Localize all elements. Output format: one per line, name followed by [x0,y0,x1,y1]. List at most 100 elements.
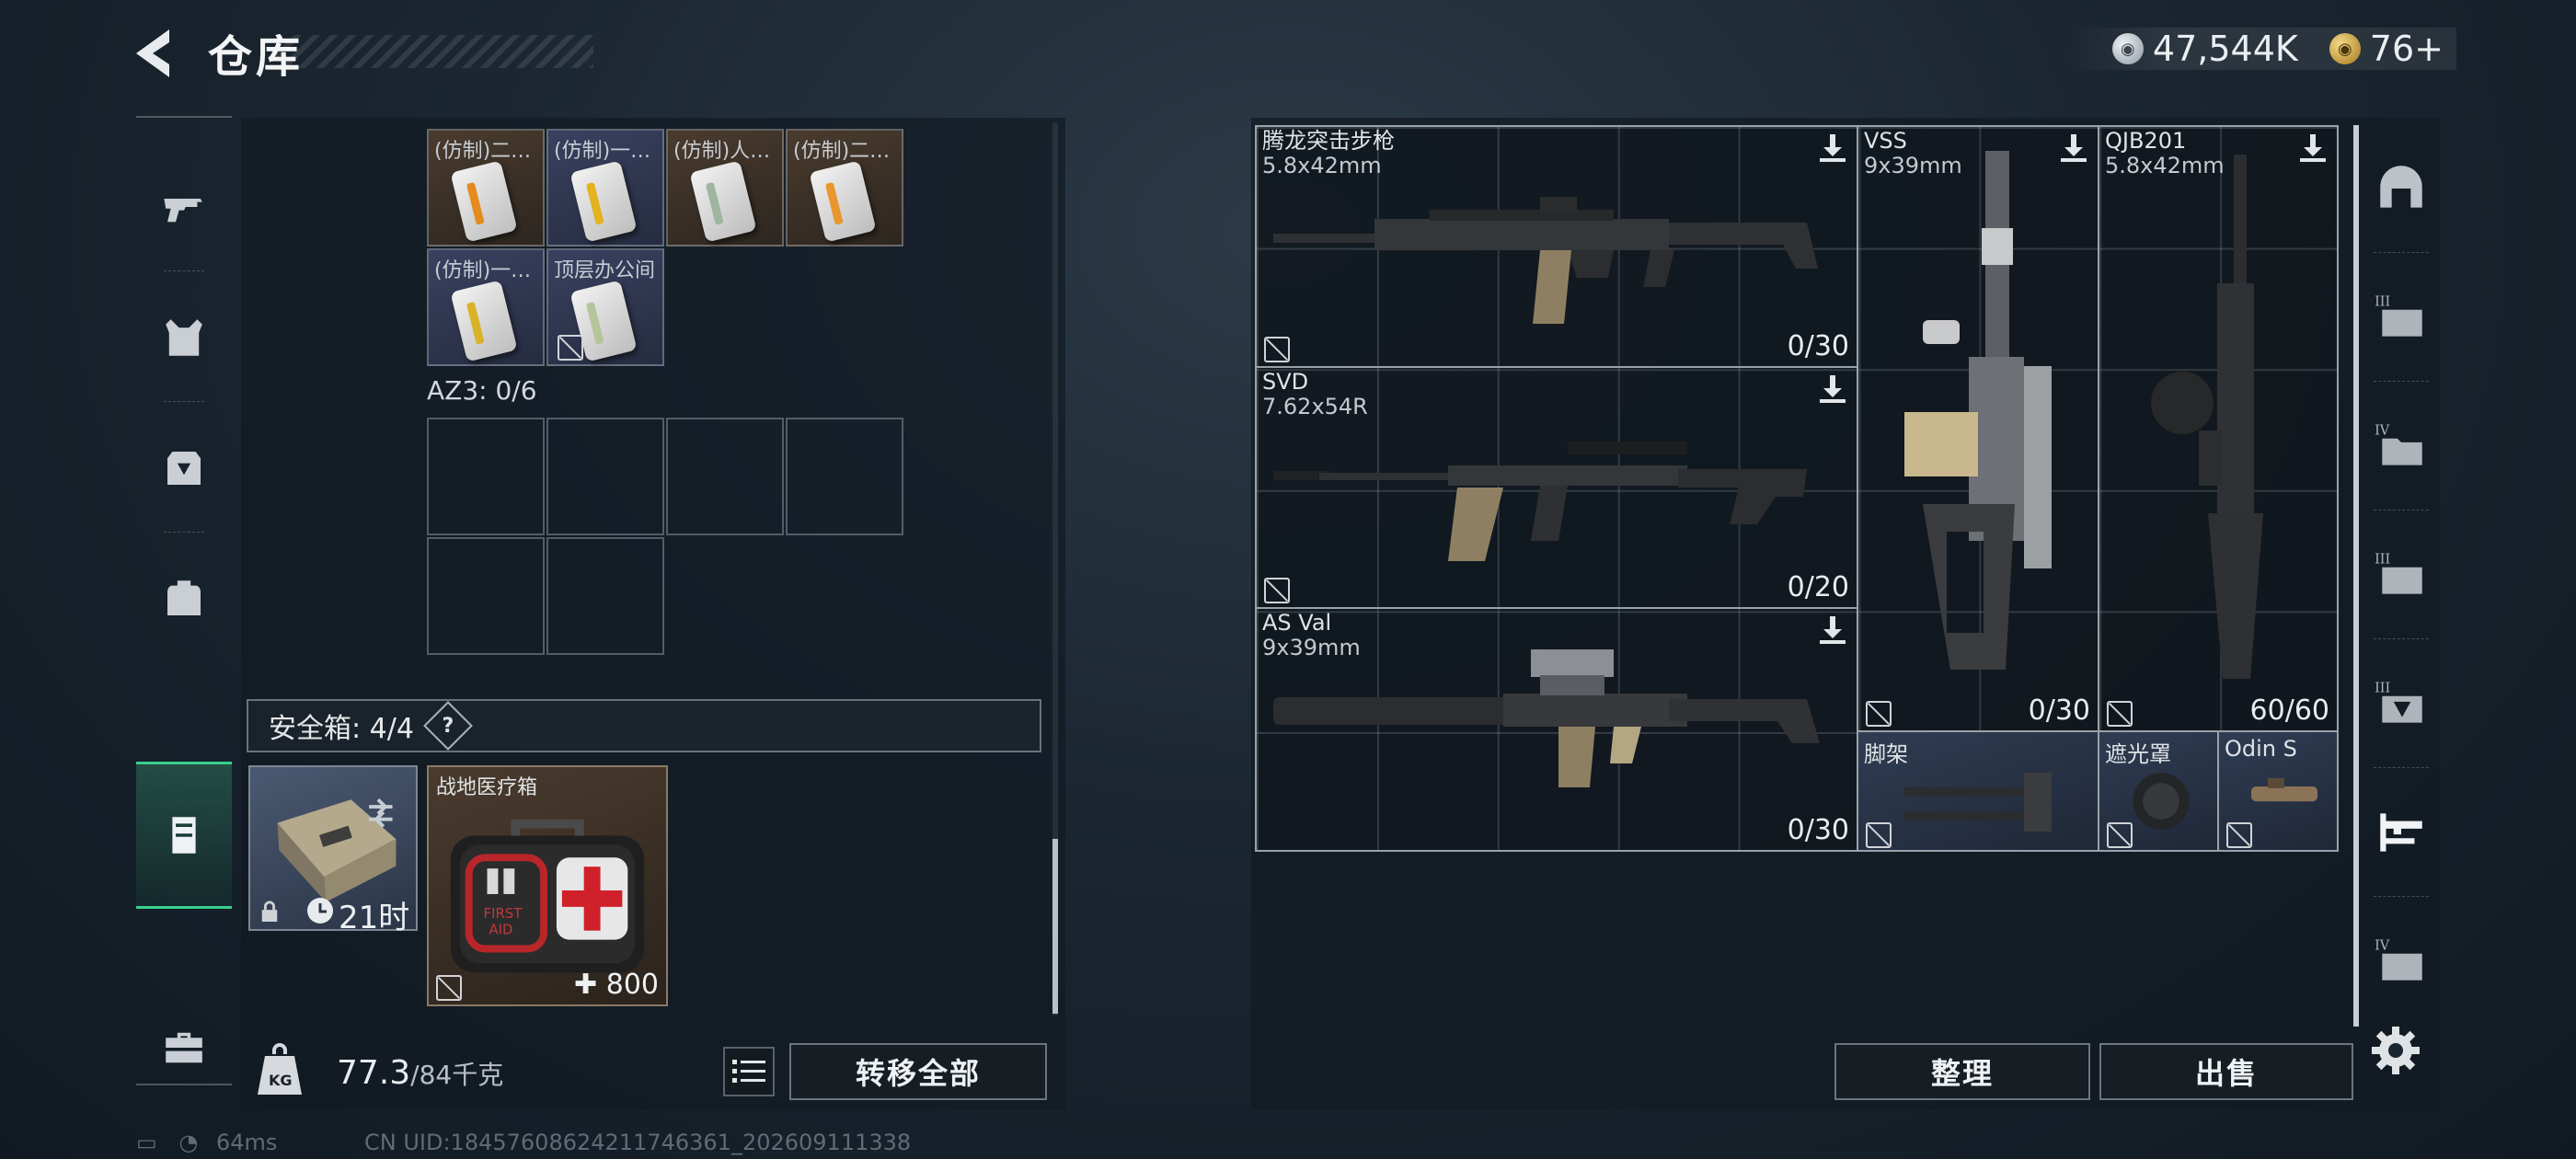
keycard-icon [809,160,877,243]
nav-weapon-rack[interactable] [2359,769,2444,896]
clock-icon [307,898,333,924]
sort-button[interactable]: 整理 [1834,1043,2090,1100]
back-arrow-icon [136,29,169,77]
safe-case-timer: 21时 [339,900,410,936]
svg-text:AID: AID [489,922,512,938]
download-icon[interactable] [1818,373,1847,405]
gold-amount: 76+ [2369,29,2444,69]
wifi-icon: ◔ [178,1130,199,1155]
status-bar: ▭ ◔ 64ms [136,1130,277,1155]
list-view-button[interactable] [723,1047,775,1096]
svg-text:III: III [2375,295,2390,310]
odin-s-image [2251,778,2317,802]
keycard-icon [569,160,638,243]
scrollbar-thumb[interactable] [1052,839,1058,1014]
nav-safebox[interactable] [136,762,232,909]
weapon-slot-svd[interactable]: SVD 7.62x54R 0/20 [1255,366,1858,609]
keycard-item[interactable]: (仿制)二… [786,129,903,247]
no-loot-icon [1866,701,1892,727]
toolbox-icon [166,1032,202,1063]
keycard-item[interactable]: (仿制)人… [666,129,784,247]
user-uid: CN UID:18457608624211746361_202609111338 [364,1130,912,1155]
battery-icon: ▭ [136,1130,157,1155]
tier3-box-icon: III [2375,682,2422,723]
svg-text:KG: KG [269,1072,293,1089]
weapon-slot-qjb201[interactable]: QJB201 5.8x42mm 60/60 [2098,125,2339,732]
svd-image [1273,442,1807,561]
download-icon[interactable] [1818,614,1847,646]
nav-vest[interactable] [136,278,232,397]
gear-icon [2372,1027,2420,1074]
nav-tier3-case-b[interactable]: III [2359,511,2444,638]
tier4-folder-icon: IV [2375,424,2422,465]
keycard-icon [450,160,518,243]
empty-slot[interactable] [546,418,664,535]
ping-value: 64ms [215,1130,278,1155]
empty-slot[interactable] [427,418,545,535]
medkit-name: 战地医疗箱 [436,776,538,799]
vss-image [1904,151,2052,670]
svg-text:III: III [2375,553,2390,568]
nav-weapons[interactable] [136,147,232,267]
first-aid-text: FIRST [484,905,523,922]
no-loot-icon [2226,822,2252,848]
nav-tier4-folder[interactable]: IV [2359,383,2444,510]
nav-tier4-case[interactable]: IV [2359,898,2444,1025]
safebox-header: 安全箱: 4/4 ? [247,699,1041,752]
keycard-item[interactable]: (仿制)二… [427,129,545,247]
title-decoration [276,35,593,68]
keycard-icon [689,160,757,243]
keycard-item[interactable]: (仿制)一… [427,248,545,366]
settings-button[interactable] [2368,1023,2423,1078]
weapon-rack-icon [2380,813,2422,852]
nav-backpack[interactable] [136,539,232,659]
gun-icon [164,199,202,223]
keycard-icon [450,280,518,362]
svg-text:IV: IV [2375,424,2390,439]
transfer-all-button[interactable]: 转移全部 [789,1043,1047,1100]
tier4-case-icon: IV [2375,939,2422,981]
back-button[interactable] [129,26,184,81]
accessory-slot-odin-s[interactable]: Odin S [2217,730,2339,852]
right-storage-nav: III IV III III IV [2353,125,2444,1027]
gold-coin-icon: ◉ [2329,33,2361,64]
safe-case-item[interactable]: 21时 [248,765,418,936]
rifle-image [1273,197,1818,324]
armor-icon [167,452,201,485]
download-icon[interactable] [1818,132,1847,164]
silver-amount: 47,544K [2152,29,2298,69]
nav-helmet[interactable] [2359,125,2444,252]
currency-bar: ◉ 47,544K ◉ 76+ [2065,28,2456,70]
weapon-slot-vss[interactable]: VSS 9x39mm 0/30 [1857,125,2099,732]
weapon-slot-as-val[interactable]: AS Val 9x39mm 0/30 [1255,607,1858,852]
no-loot-icon [1264,578,1290,603]
accessory-slot-sunshade[interactable]: 遮光罩 [2098,730,2219,852]
help-button[interactable]: ? [423,701,473,751]
helmet-icon [2380,166,2422,208]
empty-slot[interactable] [546,537,664,655]
nav-tier3-case[interactable]: III [2359,254,2444,381]
weapon-slot-assault-rifle[interactable]: 腾龙突击步枪 5.8x42mm 0/30 [1255,125,1858,368]
lock-icon [261,901,278,922]
keycard-item[interactable]: (仿制)一… [546,129,664,247]
nav-tier3-box[interactable]: III [2359,640,2444,767]
sell-button[interactable]: 出售 [2099,1043,2353,1100]
empty-slot[interactable] [786,418,903,535]
empty-slot[interactable] [666,418,784,535]
vest-icon [166,319,202,356]
nav-armor[interactable] [136,408,232,528]
list-icon [732,1060,765,1083]
svg-text:III: III [2375,682,2390,696]
empty-slot[interactable] [427,537,545,655]
keycard-item[interactable]: 顶层办公间 [546,248,664,366]
tier3-case-b-icon: III [2375,553,2422,594]
backpack-icon [167,580,201,615]
svg-text:IV: IV [2375,939,2390,954]
medkit-item[interactable]: 战地医疗箱 FIRST AID ✚ 800 [427,765,668,1006]
silver-coin-icon: ◉ [2111,33,2144,64]
accessory-slot-bipod[interactable]: 脚架 [1857,730,2099,852]
no-loot-icon [2107,822,2133,848]
no-loot-icon [558,335,583,361]
carry-weight: 77.3/84千克 [337,1054,504,1092]
nav-toolbox[interactable] [136,988,232,1107]
